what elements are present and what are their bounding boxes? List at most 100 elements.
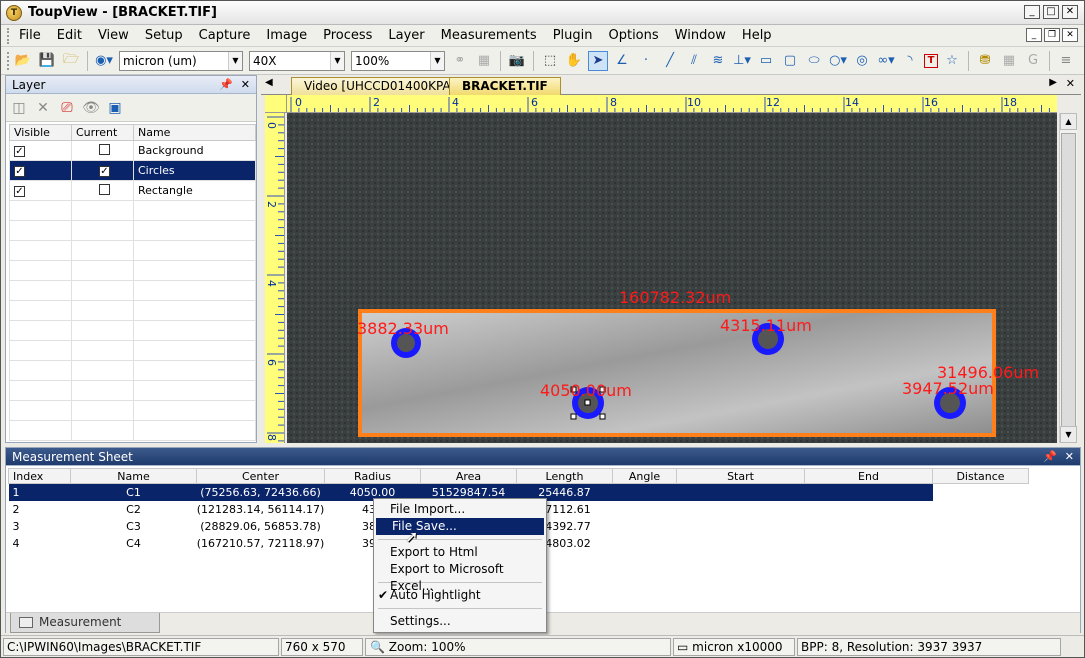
menu-view[interactable]: View (90, 26, 137, 46)
vertical-scrollbar[interactable]: ▲ ▼ (1059, 113, 1077, 443)
menu-item-file-save[interactable]: File Save... (376, 518, 544, 535)
panel-close-icon[interactable]: ✕ (1065, 450, 1074, 463)
menu-plugin[interactable]: Plugin (545, 26, 601, 46)
magnification-select[interactable]: 40X ▼ (249, 50, 345, 71)
menu-capture[interactable]: Capture (191, 26, 259, 46)
ellipse-tool-icon[interactable]: ⬭ (804, 51, 824, 71)
column-visible[interactable]: Visible (9, 124, 72, 141)
scroll-down-icon[interactable]: ▼ (1060, 426, 1077, 443)
column-area[interactable]: Area (420, 468, 517, 484)
star-icon[interactable]: ☆ (942, 51, 962, 71)
grid-gray-icon[interactable]: ▦ (999, 51, 1019, 71)
point-tool-icon[interactable]: · (636, 51, 656, 71)
column-index[interactable]: Index (8, 468, 71, 484)
circle-tool-icon[interactable]: ○▾ (828, 51, 848, 71)
hand-pan-icon[interactable]: ✋ (564, 51, 584, 71)
crop-icon[interactable]: ⬚ (540, 51, 560, 71)
scrollbar-thumb[interactable] (1061, 133, 1076, 433)
calibration-icon[interactable]: ⛃ (975, 51, 995, 71)
menu-edit[interactable]: Edit (49, 26, 90, 46)
menu-setup[interactable]: Setup (137, 26, 191, 46)
minimize-button[interactable]: _ (1024, 5, 1040, 19)
column-current[interactable]: Current (71, 124, 134, 141)
menu-window[interactable]: Window (667, 26, 734, 46)
tab-bracket[interactable]: BRACKET.TIF (449, 77, 561, 95)
merge-layer-icon[interactable]: ▣ (106, 100, 124, 116)
visible-checkbox[interactable]: ✓ (14, 166, 25, 177)
menu-help[interactable]: Help (734, 26, 780, 46)
menu-layer[interactable]: Layer (380, 26, 432, 46)
layer-row[interactable]: ✓ Background (9, 140, 256, 161)
layer-row[interactable]: ✓ Rectangle (9, 180, 256, 201)
menu-file[interactable]: File (11, 26, 49, 46)
grid-icon[interactable]: ▦ (474, 51, 494, 71)
maximize-button[interactable]: □ (1043, 5, 1059, 19)
column-name[interactable]: Name (133, 124, 256, 141)
rounded-rect-tool-icon[interactable]: ▢ (780, 51, 800, 71)
menu-process[interactable]: Process (315, 26, 380, 46)
menu-item-export-excel[interactable]: Export to Microsoft Excel... (374, 561, 546, 593)
angle-tool-icon[interactable]: ∠ (612, 51, 632, 71)
column-name[interactable]: Name (70, 468, 197, 484)
column-distance[interactable]: Distance (932, 468, 1029, 484)
add-layer-icon[interactable]: ◫ (10, 100, 28, 116)
column-length[interactable]: Length (516, 468, 613, 484)
tab-scroll-left-icon[interactable]: ◀ (265, 77, 273, 88)
close-button[interactable]: ✕ (1062, 5, 1078, 19)
concentric-circle-icon[interactable]: ◎ (852, 51, 872, 71)
pin-icon[interactable]: 📌 (219, 78, 233, 91)
current-checkbox[interactable] (99, 183, 110, 195)
image-canvas[interactable]: 160782.32um 31496.06um 3882.33um 4315.11… (287, 113, 1057, 443)
column-radius[interactable]: Radius (324, 468, 421, 484)
align-icon[interactable]: ≡ (1056, 51, 1076, 71)
mdi-close-button[interactable]: ✕ (1062, 28, 1078, 42)
menu-item-export-html[interactable]: Export to Html (374, 544, 546, 561)
menu-item-settings[interactable]: Settings... (374, 613, 546, 630)
column-start[interactable]: Start (676, 468, 805, 484)
column-angle[interactable]: Angle (612, 468, 677, 484)
tab-close-icon[interactable]: ✕ (1066, 77, 1075, 90)
arc-tool-icon[interactable]: ◝ (900, 51, 920, 71)
scroll-up-icon[interactable]: ▲ (1060, 113, 1077, 130)
menu-item-file-import[interactable]: File Import... (374, 501, 546, 518)
text-tool-icon[interactable]: T (924, 53, 938, 68)
visibility-eye-icon[interactable]: 👁 (82, 100, 100, 116)
mdi-minimize-button[interactable]: _ (1026, 28, 1042, 42)
snapshot-icon[interactable]: 📷 (507, 51, 527, 71)
parallel-lines-icon[interactable]: ⫽ (684, 51, 704, 71)
mdi-restore-button[interactable]: ❐ (1044, 28, 1060, 42)
select-pointer-icon[interactable]: ➤ (588, 50, 608, 71)
layer-row[interactable]: ✓ ✓ Circles (9, 160, 256, 181)
column-end[interactable]: End (804, 468, 933, 484)
rectangle-tool-icon[interactable]: ▭ (756, 51, 776, 71)
current-checkbox[interactable]: ✓ (99, 166, 110, 177)
column-center[interactable]: Center (196, 468, 325, 484)
line-tool-icon[interactable]: ╱ (660, 51, 680, 71)
current-checkbox[interactable] (99, 143, 110, 155)
g-tool-icon[interactable]: G (1023, 51, 1043, 71)
multi-line-icon[interactable]: ≋ (708, 51, 728, 71)
menu-item-auto-highlight[interactable]: ✔ Auto Hightlight (374, 587, 546, 604)
layer-properties-icon[interactable]: ⎚ (58, 100, 76, 116)
visible-checkbox[interactable]: ✓ (14, 186, 25, 197)
save-icon[interactable]: 💾 (37, 51, 57, 71)
tab-video[interactable]: Video [UHCCD01400KPA] (291, 77, 469, 95)
open-folder-icon[interactable]: 🗁 (61, 51, 81, 71)
visible-checkbox[interactable]: ✓ (14, 146, 25, 157)
pin-icon[interactable]: 📌 (1043, 450, 1057, 463)
menu-image[interactable]: Image (258, 26, 315, 46)
status-zoom: 🔍 Zoom: 100% (365, 637, 671, 656)
delete-layer-icon[interactable]: ✕ (34, 100, 52, 116)
menu-options[interactable]: Options (600, 26, 666, 46)
perpendicular-icon[interactable]: ⊥▾ (732, 51, 752, 71)
unit-select[interactable]: micron (um) ▼ (119, 50, 243, 71)
zoom-select[interactable]: 100% ▼ (351, 50, 445, 71)
menu-measurements[interactable]: Measurements (433, 26, 545, 46)
tab-measurement-sheet[interactable]: Measurement Sheet (10, 613, 160, 648)
two-circles-icon[interactable]: ∞▾ (876, 51, 896, 71)
panel-close-icon[interactable]: ✕ (241, 78, 250, 91)
tab-scroll-right-icon[interactable]: ▶ (1049, 77, 1057, 88)
new-file-icon[interactable]: 📂 (13, 51, 33, 71)
link-icon[interactable]: ⚭ (450, 51, 470, 71)
camera-select-icon[interactable]: ◉▾ (94, 51, 114, 71)
